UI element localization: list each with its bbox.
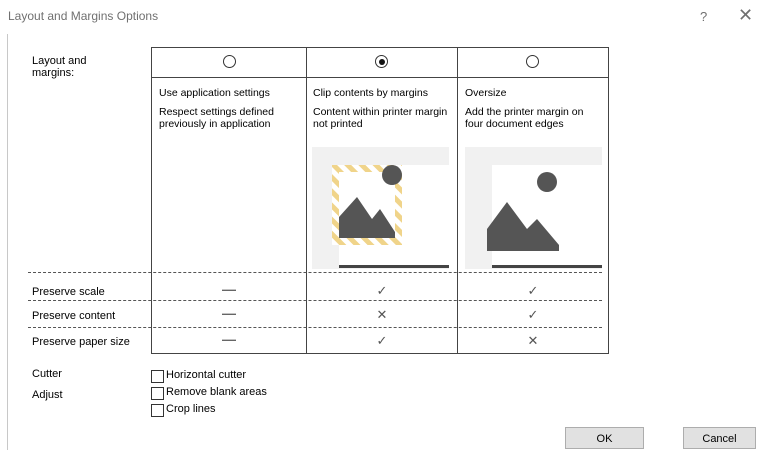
- remove-blank-areas-label[interactable]: Remove blank areas: [166, 386, 267, 398]
- oversize-illustration: [465, 147, 602, 269]
- preserve-content-app: —: [222, 305, 236, 321]
- clip-image-icon: [332, 165, 402, 245]
- horizontal-cutter-checkbox[interactable]: [151, 370, 164, 383]
- column-divider-1: [306, 47, 307, 354]
- oversize-image-icon: [487, 172, 559, 251]
- adjust-label: Adjust: [32, 389, 63, 401]
- cutter-label: Cutter: [32, 368, 62, 380]
- oversize-sun-shape: [537, 172, 557, 192]
- option-title-app: Use application settings: [159, 87, 270, 99]
- row-divider-2: [28, 327, 602, 328]
- dialog-left-edge: [7, 34, 8, 450]
- help-button[interactable]: ?: [700, 9, 707, 24]
- preserve-scale-app: —: [222, 281, 236, 297]
- layout-margins-label-line2: margins:: [32, 67, 75, 79]
- row-label-preserve-scale: Preserve scale: [32, 286, 105, 298]
- row-divider-0: [28, 272, 602, 273]
- option-desc-clip: Content within printer margin not printe…: [313, 106, 453, 130]
- row-label-preserve-paper-size: Preserve paper size: [32, 336, 130, 348]
- preserve-paper-size-oversize: ✕: [527, 333, 539, 348]
- row-label-preserve-content: Preserve content: [32, 310, 116, 322]
- option-desc-oversize-line1: Add the printer margin on: [465, 106, 584, 118]
- crop-lines-label[interactable]: Crop lines: [166, 403, 216, 415]
- option-title-oversize: Oversize: [465, 87, 507, 99]
- clip-sun-shape: [382, 165, 402, 185]
- option-desc-oversize: Add the printer margin on four document …: [465, 106, 605, 130]
- clip-illustration: [312, 147, 449, 269]
- preserve-paper-size-clip: ✓: [376, 333, 388, 348]
- option-desc-clip-line2: not printed: [313, 118, 363, 130]
- option-desc-app: Respect settings defined previously in a…: [159, 106, 299, 130]
- preserve-content-clip: ✕: [376, 307, 388, 322]
- preserve-scale-oversize: ✓: [527, 283, 539, 298]
- oversize-mountain-shape: [487, 202, 559, 251]
- option-title-clip: Clip contents by margins: [313, 87, 428, 99]
- horizontal-cutter-label[interactable]: Horizontal cutter: [166, 369, 246, 381]
- crop-lines-checkbox[interactable]: [151, 404, 164, 417]
- radio-oversize[interactable]: [526, 55, 539, 68]
- title-bar: Layout and Margins Options ? ✕: [0, 0, 759, 34]
- clip-paper-baseline: [339, 265, 449, 268]
- column-divider-2: [457, 47, 458, 354]
- layout-margins-label: Layout and margins:: [32, 55, 142, 79]
- option-desc-clip-line1: Content within printer margin: [313, 106, 448, 118]
- preserve-paper-size-app: —: [222, 331, 236, 347]
- radio-clip-contents-by-margins[interactable]: [375, 55, 388, 68]
- ok-button[interactable]: OK: [565, 427, 644, 449]
- preserve-content-oversize: ✓: [527, 307, 539, 322]
- radio-use-application-settings[interactable]: [223, 55, 236, 68]
- radio-row-divider: [152, 77, 608, 78]
- oversize-paper-baseline: [492, 265, 602, 268]
- window-title: Layout and Margins Options: [8, 9, 159, 23]
- row-divider-1: [28, 300, 602, 301]
- option-desc-oversize-line2: four document edges: [465, 118, 564, 130]
- cancel-button[interactable]: Cancel: [683, 427, 756, 449]
- close-button[interactable]: ✕: [738, 5, 753, 26]
- option-desc-app-line1: Respect settings defined: [159, 106, 274, 118]
- preserve-scale-clip: ✓: [376, 283, 388, 298]
- remove-blank-areas-checkbox[interactable]: [151, 387, 164, 400]
- option-desc-app-line2: previously in application: [159, 118, 271, 130]
- layout-margins-label-line1: Layout and: [32, 55, 87, 67]
